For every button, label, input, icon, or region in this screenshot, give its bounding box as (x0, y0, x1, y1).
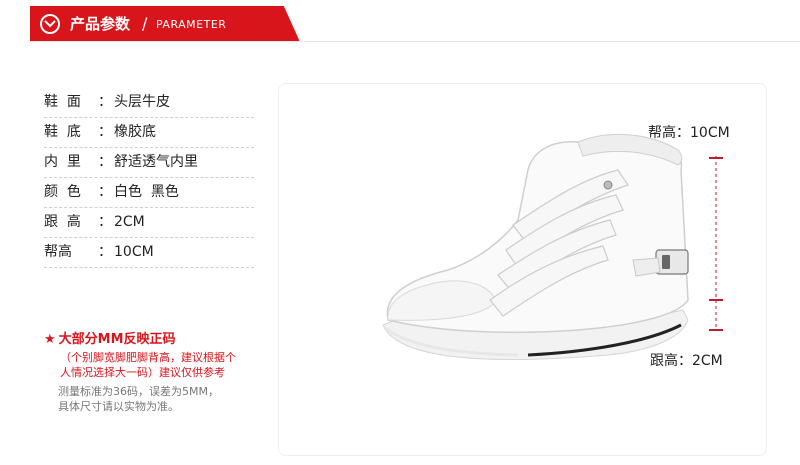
spec-label: 跟 高 (44, 214, 81, 230)
shoe-image (382, 134, 689, 361)
spec-row-heel: 跟 高： 2CM (44, 208, 254, 238)
spec-label: 鞋 面 (44, 94, 81, 110)
size-note-title: ★ 大部分MM反映正码 (44, 332, 274, 348)
spec-value: 白色 黑色 (114, 184, 179, 200)
spec-label: 帮高 (44, 244, 72, 260)
header-divider (30, 41, 800, 42)
spec-row-shaft: 帮高： 10CM (44, 238, 254, 268)
size-note-disclaimer-line: 具体尺寸请以实物为准。 (58, 400, 179, 413)
spec-label: 内 里 (44, 154, 81, 170)
size-note-disclaimer-line: 测量标准为36码，误差为5MM， (58, 385, 219, 398)
heel-height-label: 跟高：2CM (650, 353, 723, 369)
chevron-down-icon (40, 14, 60, 34)
size-note-advice-line: 人情况选择大一码）建议仅供参考 (60, 366, 225, 379)
spec-row-upper: 鞋 面：头层牛皮 (44, 88, 254, 118)
size-note-headline: 大部分MM反映正码 (58, 332, 176, 347)
spec-row-lining: 内 里：舒适透气内里 (44, 148, 254, 178)
header-slash: / (142, 14, 148, 33)
spec-value: 橡胶底 (114, 124, 156, 140)
size-note-disclaimer: 测量标准为36码，误差为5MM， 具体尺寸请以实物为准。 (44, 384, 274, 414)
size-note: ★ 大部分MM反映正码 （个别脚宽脚肥脚背高，建议根据个 人情况选择大一码）建议仅… (44, 332, 274, 414)
spec-list: 鞋 面：头层牛皮 鞋 底：橡胶底 内 里：舒适透气内里 颜 色：白色 黑色 跟 … (44, 88, 254, 268)
height-bracket (709, 156, 723, 331)
spec-value: 头层牛皮 (114, 94, 170, 110)
spec-row-color: 颜 色：白色 黑色 (44, 178, 254, 208)
header-title: 产品参数 (70, 15, 131, 33)
spec-label: 鞋 底 (44, 124, 81, 140)
spec-label: 颜 色 (44, 184, 81, 200)
spec-value: 2CM (114, 214, 145, 230)
section-header: 产品参数 / PARAMETER (30, 0, 800, 47)
size-note-advice: （个别脚宽脚肥脚背高，建议根据个 人情况选择大一码）建议仅供参考 (44, 350, 274, 380)
spec-row-sole: 鞋 底：橡胶底 (44, 118, 254, 148)
spec-value: 10CM (114, 244, 154, 260)
shaft-height-label: 帮高：10CM (648, 125, 730, 141)
star-icon: ★ (44, 332, 56, 347)
size-note-advice-line: （个别脚宽脚肥脚背高，建议根据个 (60, 351, 236, 364)
header-subtitle: PARAMETER (156, 18, 227, 31)
spec-value: 舒适透气内里 (114, 154, 198, 170)
